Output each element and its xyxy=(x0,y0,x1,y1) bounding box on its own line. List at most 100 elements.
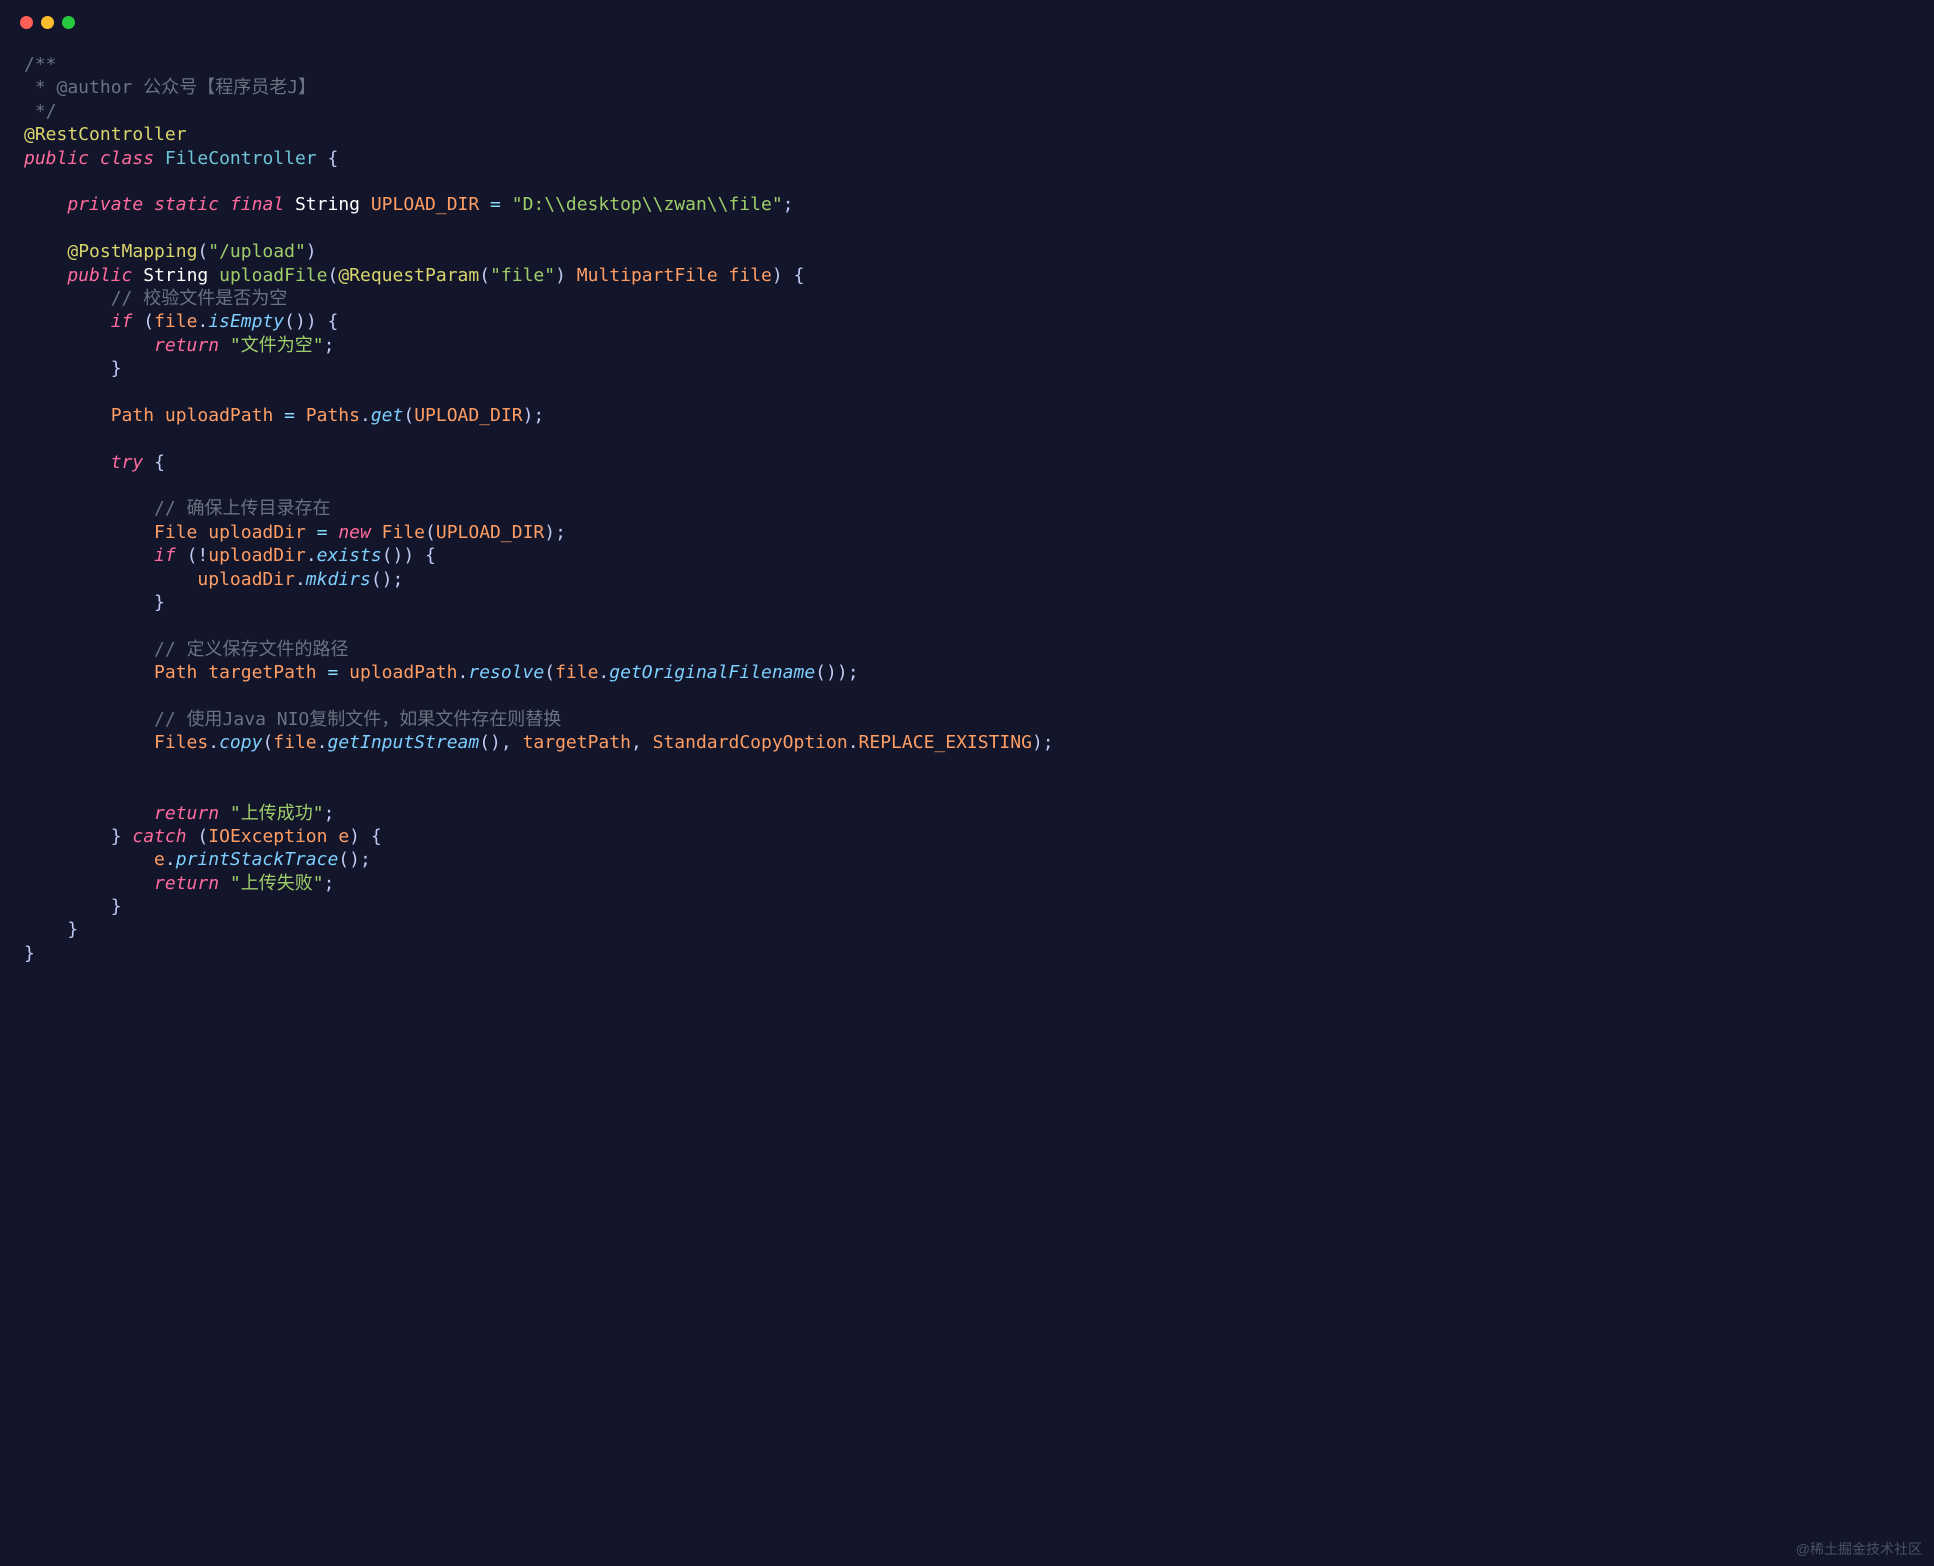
method-call: getOriginalFilename xyxy=(609,662,815,683)
paren: ( xyxy=(143,311,154,332)
paren: () xyxy=(371,569,393,590)
paren: ()) { xyxy=(284,311,338,332)
comment-line: // 使用Java NIO复制文件，如果文件存在则替换 xyxy=(154,709,561,730)
dot: . xyxy=(165,849,176,870)
constant: UPLOAD_DIR xyxy=(371,194,479,215)
keyword: public xyxy=(24,148,89,169)
variable: file xyxy=(154,311,197,332)
param: e xyxy=(338,826,349,847)
type: Path xyxy=(154,662,197,683)
constant: UPLOAD_DIR xyxy=(414,405,522,426)
brace: } xyxy=(67,919,78,940)
window-titlebar xyxy=(0,0,1934,45)
method-call: get xyxy=(371,405,404,426)
brace: } xyxy=(24,943,35,964)
paren: ) xyxy=(555,265,566,286)
comment-line: * @author 公众号【程序员老J】 xyxy=(24,77,316,98)
annotation: @RequestParam xyxy=(338,265,479,286)
type: MultipartFile xyxy=(577,265,718,286)
variable: uploadDir xyxy=(208,522,306,543)
method-call: copy xyxy=(219,732,262,753)
paren: ) xyxy=(544,522,555,543)
dot: . xyxy=(360,405,371,426)
method-call: mkdirs xyxy=(306,569,371,590)
comment-line: // 校验文件是否为空 xyxy=(111,288,288,309)
semicolon: ; xyxy=(783,194,794,215)
brace: } xyxy=(111,358,122,379)
semicolon: ; xyxy=(1043,732,1054,753)
class-ref: StandardCopyOption xyxy=(653,732,848,753)
method-call: getInputStream xyxy=(327,732,479,753)
semicolon: ; xyxy=(393,569,404,590)
semicolon: ; xyxy=(533,405,544,426)
comment-line: /** xyxy=(24,54,57,75)
paren: ( xyxy=(403,405,414,426)
string: "/upload" xyxy=(208,241,306,262)
paren: () xyxy=(338,849,360,870)
comment-line: // 定义保存文件的路径 xyxy=(154,639,349,660)
variable: file xyxy=(555,662,598,683)
keyword: try xyxy=(111,452,144,473)
method-name: uploadFile xyxy=(219,265,327,286)
paren: ( xyxy=(197,826,208,847)
semicolon: ; xyxy=(360,849,371,870)
keyword: return xyxy=(154,873,219,894)
paren: ) xyxy=(306,241,317,262)
class-ref: Paths xyxy=(306,405,360,426)
type: String xyxy=(143,265,208,286)
string: "文件为空" xyxy=(230,335,324,356)
paren: ( xyxy=(262,732,273,753)
code-content: /** * @author 公众号【程序员老J】 */ @RestControl… xyxy=(0,45,1934,989)
dot: . xyxy=(197,311,208,332)
class-ref: Files xyxy=(154,732,208,753)
brace: } xyxy=(111,896,122,917)
maximize-icon[interactable] xyxy=(62,16,75,29)
method-call: exists xyxy=(317,545,382,566)
brace: { xyxy=(794,265,805,286)
operator: = xyxy=(306,522,339,543)
paren: ) xyxy=(523,405,534,426)
keyword: static xyxy=(154,194,219,215)
brace: } xyxy=(111,826,122,847)
brace: { xyxy=(317,148,339,169)
keyword: return xyxy=(154,335,219,356)
keyword: private xyxy=(67,194,143,215)
variable: file xyxy=(273,732,316,753)
dot: . xyxy=(458,662,469,683)
variable: uploadDir xyxy=(197,569,295,590)
minimize-icon[interactable] xyxy=(41,16,54,29)
dot: . xyxy=(295,569,306,590)
code-window: /** * @author 公众号【程序员老J】 */ @RestControl… xyxy=(0,0,1934,1566)
paren: (! xyxy=(187,545,209,566)
semicolon: ; xyxy=(324,803,335,824)
string: "D:\\desktop\\zwan\\file" xyxy=(512,194,783,215)
comment-line: */ xyxy=(24,101,57,122)
dot: . xyxy=(848,732,859,753)
comment-line: // 确保上传目录存在 xyxy=(154,498,331,519)
semicolon: ; xyxy=(324,335,335,356)
paren: (), xyxy=(479,732,512,753)
variable: uploadPath xyxy=(349,662,457,683)
keyword: class xyxy=(100,148,154,169)
keyword: return xyxy=(154,803,219,824)
paren: ( xyxy=(425,522,436,543)
brace: { xyxy=(154,452,165,473)
type: String xyxy=(295,194,360,215)
constant: UPLOAD_DIR xyxy=(436,522,544,543)
paren: ()) { xyxy=(382,545,436,566)
watermark: @稀土掘金技术社区 xyxy=(1796,1540,1922,1558)
string: "上传失败" xyxy=(230,873,324,894)
operator: = xyxy=(479,194,512,215)
keyword: if xyxy=(111,311,133,332)
variable: uploadDir xyxy=(208,545,306,566)
annotation: @PostMapping xyxy=(67,241,197,262)
keyword: final xyxy=(230,194,284,215)
constant: REPLACE_EXISTING xyxy=(859,732,1032,753)
semicolon: ; xyxy=(555,522,566,543)
variable: targetPath xyxy=(208,662,316,683)
close-icon[interactable] xyxy=(20,16,33,29)
dot: . xyxy=(598,662,609,683)
class-ref: File xyxy=(382,522,425,543)
string: "上传成功" xyxy=(230,803,324,824)
paren: ( xyxy=(327,265,338,286)
